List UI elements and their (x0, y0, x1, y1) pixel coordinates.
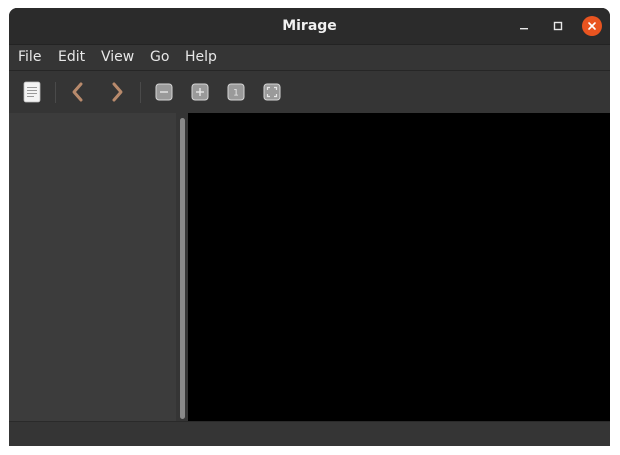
app-window: Mirage File Edit View Go Help 1 (9, 8, 610, 446)
zoom-fit-button[interactable]: 1 (225, 81, 247, 103)
thumbnail-pane[interactable] (9, 113, 176, 421)
zoom-actual-icon (263, 83, 281, 101)
status-bar (9, 421, 610, 446)
chevron-left-icon (72, 82, 83, 102)
minimize-icon (520, 28, 528, 30)
toolbar-separator (140, 82, 141, 103)
maximize-button[interactable] (548, 16, 568, 36)
zoom-out-icon (155, 83, 173, 101)
menu-go[interactable]: Go (150, 45, 169, 70)
zoom-in-button[interactable] (189, 81, 211, 103)
previous-image-button[interactable] (67, 81, 89, 103)
close-icon (588, 22, 596, 30)
svg-text:1: 1 (233, 89, 239, 99)
menu-view[interactable]: View (101, 45, 134, 70)
menu-help[interactable]: Help (185, 45, 217, 70)
toolbar: 1 (9, 71, 610, 113)
chevron-right-icon (112, 82, 123, 102)
minimize-button[interactable] (514, 16, 534, 36)
title-bar[interactable]: Mirage (9, 8, 610, 45)
zoom-in-icon (191, 83, 209, 101)
zoom-out-button[interactable] (153, 81, 175, 103)
menu-bar: File Edit View Go Help (9, 45, 610, 71)
maximize-icon (553, 21, 563, 31)
document-icon (23, 81, 41, 103)
menu-edit[interactable]: Edit (58, 45, 85, 70)
open-file-button[interactable] (21, 81, 43, 103)
close-button[interactable] (582, 16, 602, 36)
image-canvas[interactable] (188, 113, 610, 421)
thumbnail-scrollbar[interactable] (180, 118, 185, 419)
next-image-button[interactable] (106, 81, 128, 103)
menu-file[interactable]: File (18, 45, 41, 70)
zoom-actual-button[interactable] (261, 81, 283, 103)
toolbar-separator (55, 82, 56, 103)
zoom-fit-icon: 1 (227, 83, 245, 101)
